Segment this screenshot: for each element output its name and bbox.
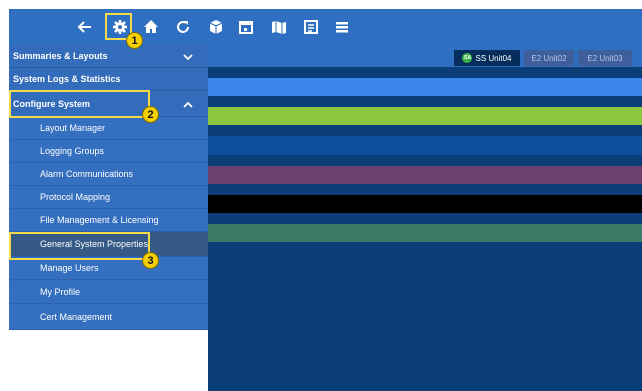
back-arrow-icon[interactable] [73,15,97,39]
sidebar-item-system-logs[interactable]: System Logs & Statistics [9,68,208,91]
callout-box-configure-system [9,90,150,118]
tab-label: E2 Unit02 [531,53,567,63]
callout-badge-2: 2 [142,106,159,123]
map-icon[interactable] [267,15,291,39]
status-stripe-blue [208,136,642,155]
sidebar-item-manage-users[interactable]: Manage Users [9,257,208,280]
sidebar-item-label: File Management & Licensing [40,215,159,225]
sidebar-menu: Summaries & Layouts System Logs & Statis… [9,45,208,330]
status-stripe-green [208,107,642,125]
status-stripe-teal [208,224,642,242]
sidebar-item-label: Alarm Communications [40,169,134,179]
sidebar-item-label: System Logs & Statistics [13,74,121,84]
sidebar-item-protocol-mapping[interactable]: Protocol Mapping [9,186,208,209]
sidebar-item-label: Protocol Mapping [40,192,111,202]
tab-e2-unit03[interactable]: E2 Unit03 [578,50,632,66]
status-stripe-purple [208,166,642,184]
status-badge: SA [462,53,473,63]
sidebar-item-label: Manage Users [40,263,99,273]
sidebar-item-logging-groups[interactable]: Logging Groups [9,140,208,163]
tab-e2-unit02[interactable]: E2 Unit02 [524,50,574,66]
tab-label: SS Unit04 [475,53,512,63]
main-content: SA SS Unit04 E2 Unit02 E2 Unit03 [208,45,642,391]
app-frame: Summaries & Layouts System Logs & Statis… [0,0,642,391]
status-stripe-black [208,195,642,213]
sidebar-item-summaries-layouts[interactable]: Summaries & Layouts [9,45,208,68]
callout-box-general-system-properties [9,232,150,260]
list-icon[interactable] [330,15,354,39]
sidebar-item-label: Layout Manager [40,123,106,133]
calendar-icon[interactable] [234,15,258,39]
tab-ss-unit04[interactable]: SA SS Unit04 [454,50,520,66]
sidebar-item-my-profile[interactable]: My Profile [9,281,208,304]
refresh-icon[interactable] [171,15,195,39]
sidebar-item-label: My Profile [40,287,81,297]
top-toolbar [9,9,642,45]
callout-badge-1: 1 [126,32,143,49]
schedule-icon[interactable] [299,15,323,39]
sidebar-item-label: Summaries & Layouts [13,51,108,61]
tab-label: E2 Unit03 [587,53,623,63]
sidebar-item-label: Cert Management [40,311,113,322]
unit-tab-bar: SA SS Unit04 E2 Unit02 E2 Unit03 [208,45,642,67]
sidebar-item-alarm-communications[interactable]: Alarm Communications [9,163,208,186]
callout-badge-3: 3 [142,252,159,269]
chevron-up-icon [182,99,194,111]
sidebar-item-file-management[interactable]: File Management & Licensing [9,209,208,232]
sidebar-item-layout-manager[interactable]: Layout Manager [9,117,208,140]
sidebar-item-label: Logging Groups [40,146,105,156]
home-icon[interactable] [139,15,163,39]
status-stripe-light-blue [208,78,642,96]
box-icon[interactable] [204,15,228,39]
sidebar-item-cert-management[interactable]: Cert Management [9,304,208,330]
chevron-down-icon [182,51,194,63]
